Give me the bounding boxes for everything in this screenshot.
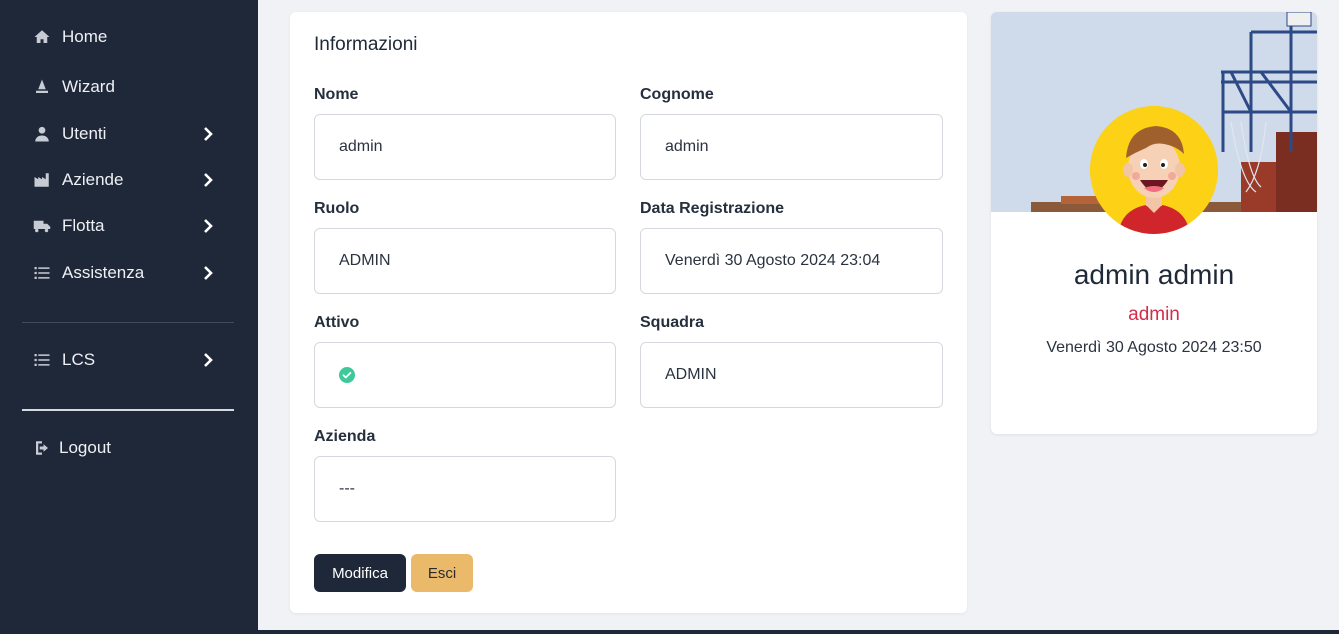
truck-icon	[32, 216, 52, 236]
sidebar-item-label: Assistenza	[62, 263, 145, 282]
chevron-right-icon	[200, 172, 216, 188]
ruolo-label: Ruolo	[314, 200, 360, 217]
sidebar-item-home[interactable]: Home	[32, 22, 222, 52]
sidebar-item-label: Home	[62, 27, 108, 46]
edit-button[interactable]: Modifica	[314, 554, 406, 592]
sidebar-item-label: Wizard	[62, 77, 115, 96]
sidebar-item-label: LCS	[62, 350, 96, 369]
user-icon	[32, 124, 52, 144]
sidebar-item-flotta[interactable]: Flotta	[32, 211, 222, 241]
attivo-label: Attivo	[314, 314, 360, 331]
sidebar-item-label: Flotta	[62, 216, 105, 235]
nome-label: Nome	[314, 86, 359, 103]
ruolo-field[interactable]: ADMIN	[314, 228, 616, 294]
profile-date: Venerdì 30 Agosto 2024 23:50	[1046, 339, 1262, 356]
profile-card: admin admin admin Venerdì 30 Agosto 2024…	[991, 12, 1317, 434]
list-icon	[32, 263, 52, 283]
logout-icon	[32, 438, 52, 458]
sidebar-item-assistenza[interactable]: Assistenza	[32, 258, 222, 288]
nome-field[interactable]: admin	[314, 114, 616, 180]
logout-button[interactable]: Logout	[32, 433, 222, 463]
sidebar-item-lcs[interactable]: LCS	[32, 345, 222, 375]
profile-name: admin admin	[1073, 259, 1235, 290]
card-title: Informazioni	[314, 34, 418, 55]
squadra-field[interactable]: ADMIN	[640, 342, 943, 408]
information-card: Informazioni Nome admin Cognome admin Ru…	[290, 12, 967, 613]
chevron-right-icon	[200, 126, 216, 142]
chevron-right-icon	[200, 352, 216, 368]
home-icon	[32, 27, 52, 47]
list-icon	[32, 350, 52, 370]
sidebar: Home Wizard Utenti Aziende Flotta Assist…	[0, 0, 258, 634]
factory-icon	[32, 170, 52, 190]
check-circle-icon	[339, 367, 355, 383]
attivo-field[interactable]	[314, 342, 616, 408]
chevron-right-icon	[200, 265, 216, 281]
chevron-right-icon	[200, 218, 216, 234]
sidebar-item-utenti[interactable]: Utenti	[32, 119, 222, 149]
sidebar-item-aziende[interactable]: Aziende	[32, 165, 222, 195]
cartoon-face-icon	[1090, 106, 1218, 234]
sidebar-item-wizard[interactable]: Wizard	[32, 72, 222, 102]
azienda-label: Azienda	[314, 428, 376, 445]
wizard-icon	[32, 77, 52, 97]
azienda-field[interactable]: ---	[314, 456, 616, 522]
sidebar-divider	[22, 322, 234, 323]
avatar	[1090, 106, 1218, 234]
bottom-strip	[258, 630, 1339, 634]
squadra-label: Squadra	[640, 314, 705, 331]
exit-button[interactable]: Esci	[411, 554, 473, 592]
cognome-field[interactable]: admin	[640, 114, 943, 180]
logout-label: Logout	[59, 438, 111, 457]
sidebar-item-label: Aziende	[62, 170, 124, 189]
cognome-label: Cognome	[640, 86, 714, 103]
sidebar-divider	[22, 409, 234, 411]
data-registrazione-field[interactable]: Venerdì 30 Agosto 2024 23:04	[640, 228, 943, 294]
sidebar-item-label: Utenti	[62, 124, 107, 143]
profile-role: admin	[1128, 304, 1180, 325]
data-registrazione-label: Data Registrazione	[640, 200, 785, 217]
